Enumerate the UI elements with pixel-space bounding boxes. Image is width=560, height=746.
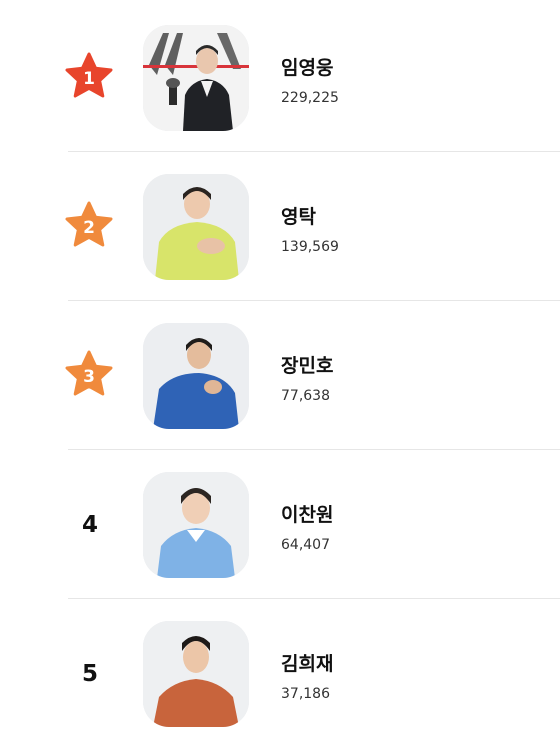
artist-name: 김희재 [281,652,334,675]
artist-name: 영탁 [281,205,316,228]
ranking-row[interactable]: 1 임영웅 229,225 [0,3,560,152]
artist-name: 이찬원 [281,503,334,526]
vote-count: 77,638 [281,387,330,404]
avatar[interactable] [143,471,249,578]
vote-count: 229,225 [281,89,339,106]
avatar[interactable] [143,173,249,280]
rank-badge-label: 3 [83,367,95,387]
rank-badge-label: 1 [83,69,95,89]
vote-count: 37,186 [281,685,330,702]
rank-badge-label: 2 [83,218,95,238]
avatar[interactable] [143,620,249,727]
artist-name: 임영웅 [281,56,334,79]
rank-2-star-badge-icon: 2 [63,200,115,252]
ranking-row[interactable]: 2 영탁 139,569 [0,152,560,301]
vote-count: 64,407 [281,536,330,553]
rank-number: 5 [81,660,98,687]
avatar[interactable] [143,24,249,131]
rank-3-star-badge-icon: 3 [63,349,115,401]
ranking-row[interactable]: 3 장민호 77,638 [0,301,560,450]
artist-name: 장민호 [281,354,334,377]
ranking-list: 1 임영웅 229,225 2 영탁 139,569 3 장민호 77,638 … [0,0,560,746]
rank-number: 4 [81,511,98,538]
ranking-row[interactable]: 5 김희재 37,186 [0,599,560,746]
ranking-row[interactable]: 4 이찬원 64,407 [0,450,560,599]
avatar[interactable] [143,322,249,429]
rank-1-star-badge-icon: 1 [63,51,115,103]
vote-count: 139,569 [281,238,339,255]
